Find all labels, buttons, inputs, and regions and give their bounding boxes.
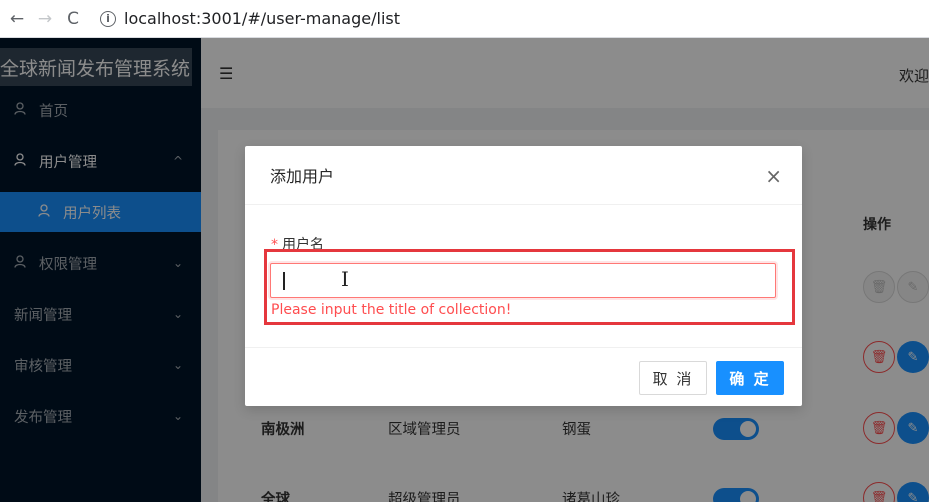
browser-toolbar: ← → C i localhost:3001/#/user-manage/lis…	[0, 0, 929, 38]
reload-icon[interactable]: C	[62, 8, 84, 30]
modal-footer: 取 消 确 定	[245, 347, 802, 406]
ok-button[interactable]: 确 定	[716, 361, 784, 395]
modal-header: 添加用户	[245, 146, 802, 205]
close-icon[interactable]: ×	[765, 164, 782, 188]
site-info-icon[interactable]: i	[100, 10, 116, 27]
cancel-button[interactable]: 取 消	[639, 361, 707, 395]
modal-title: 添加用户	[270, 167, 335, 186]
forward-icon[interactable]: →	[34, 8, 56, 30]
address-bar[interactable]: localhost:3001/#/user-manage/list	[124, 9, 400, 28]
add-user-modal: 添加用户 × * 用户名 I Please input the title of …	[245, 146, 802, 406]
annotation-highlight-box	[264, 249, 795, 325]
back-icon[interactable]: ←	[6, 8, 28, 30]
